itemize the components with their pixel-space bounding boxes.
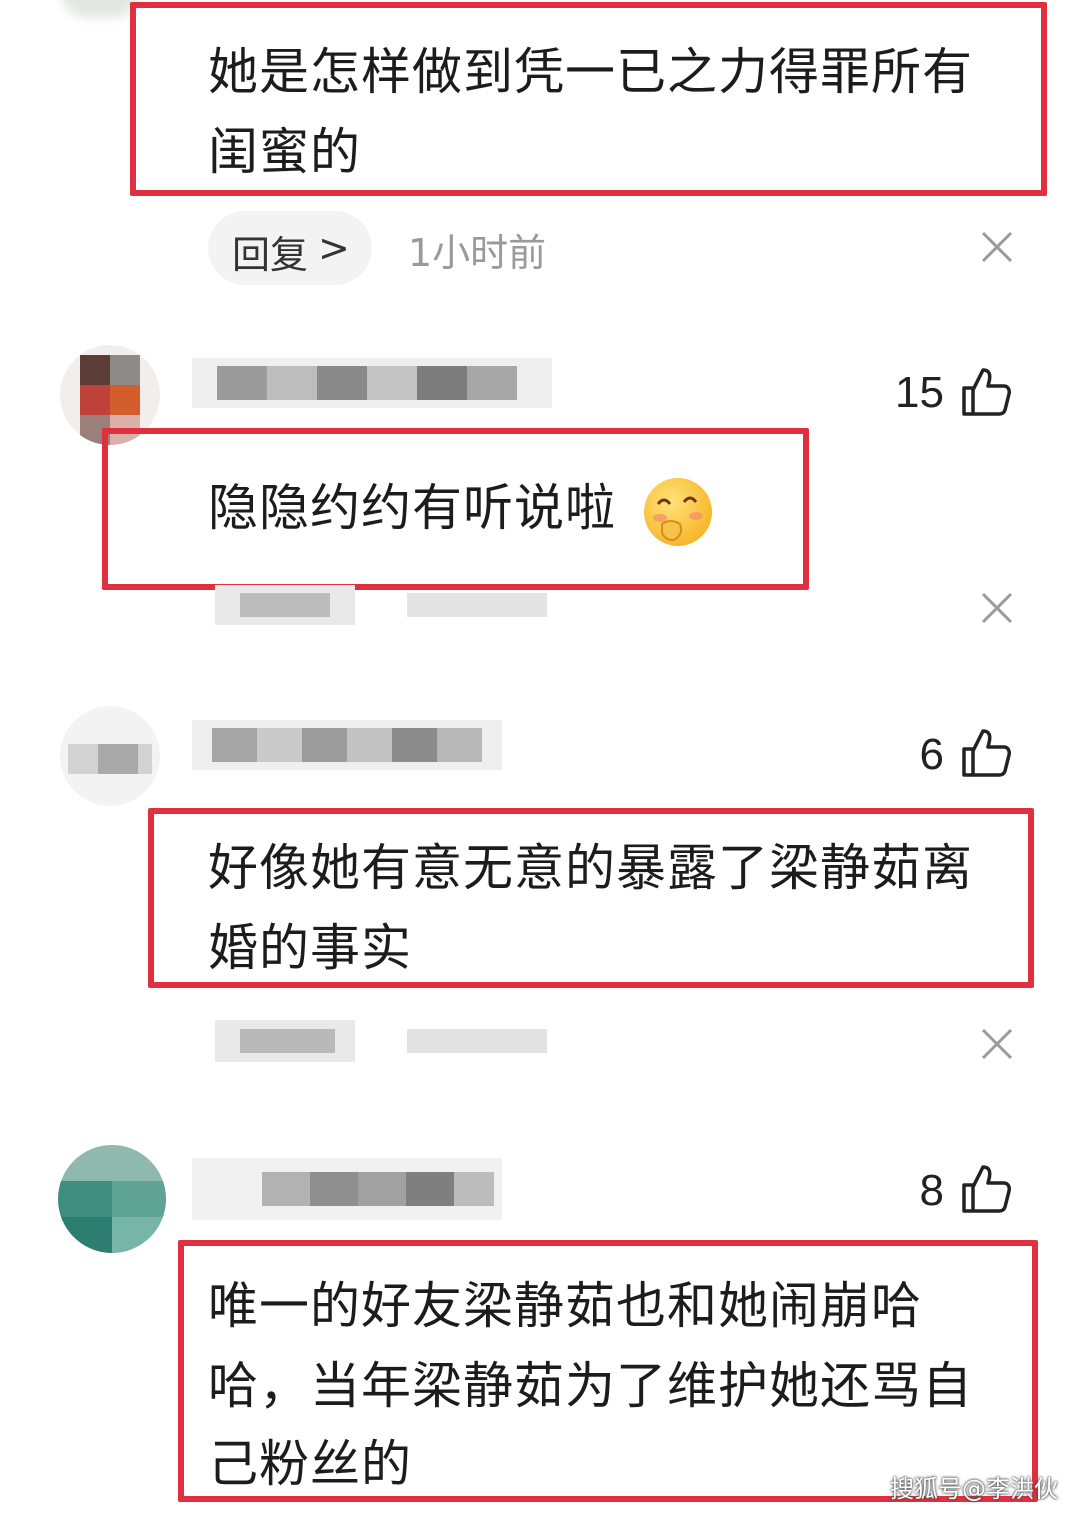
thumbs-up-icon[interactable] xyxy=(960,366,1012,418)
avatar[interactable] xyxy=(58,1145,166,1253)
close-icon[interactable] xyxy=(980,1027,1014,1061)
like-count: 15 xyxy=(895,368,944,417)
avatar[interactable] xyxy=(60,0,140,18)
username-blurred xyxy=(192,720,502,770)
thumbs-up-icon[interactable] xyxy=(960,727,1012,779)
avatar[interactable] xyxy=(60,706,160,806)
comment-text-line: 唯一的好友梁静茹也和她闹崩哈 xyxy=(208,1277,922,1335)
thumbs-up-icon[interactable] xyxy=(960,1163,1012,1215)
reply-row-blurred xyxy=(215,1020,555,1062)
close-icon[interactable] xyxy=(980,591,1014,625)
watermark: 搜狐号@李洪伙 xyxy=(890,1475,1058,1503)
comment-text-line: 好像她有意无意的暴露了梁静茹离 xyxy=(208,839,973,897)
like-count: 8 xyxy=(919,1166,944,1215)
comment-text-line: 婚的事实 xyxy=(208,919,412,977)
comment-text-line: 她是怎样做到凭一已之力得罪所有 xyxy=(208,43,973,101)
comment-text-line: 己粉丝的 xyxy=(208,1435,412,1493)
comment-text-line: 哈，当年梁静茹为了维护她还骂自 xyxy=(208,1357,973,1415)
reply-label: 回复 xyxy=(232,233,309,277)
chevron-right-icon: > xyxy=(318,226,350,270)
timestamp: 1小时前 xyxy=(408,231,547,275)
comment-text-line: 隐隐约约有听说啦 xyxy=(208,479,616,537)
reply-row-blurred xyxy=(215,585,555,625)
close-icon[interactable] xyxy=(980,230,1014,264)
username-blurred xyxy=(192,1158,502,1220)
shy-smile-emoji xyxy=(644,478,712,546)
comment-text-line: 闺蜜的 xyxy=(208,123,361,181)
username-blurred xyxy=(192,358,552,408)
like-count: 6 xyxy=(919,730,944,779)
